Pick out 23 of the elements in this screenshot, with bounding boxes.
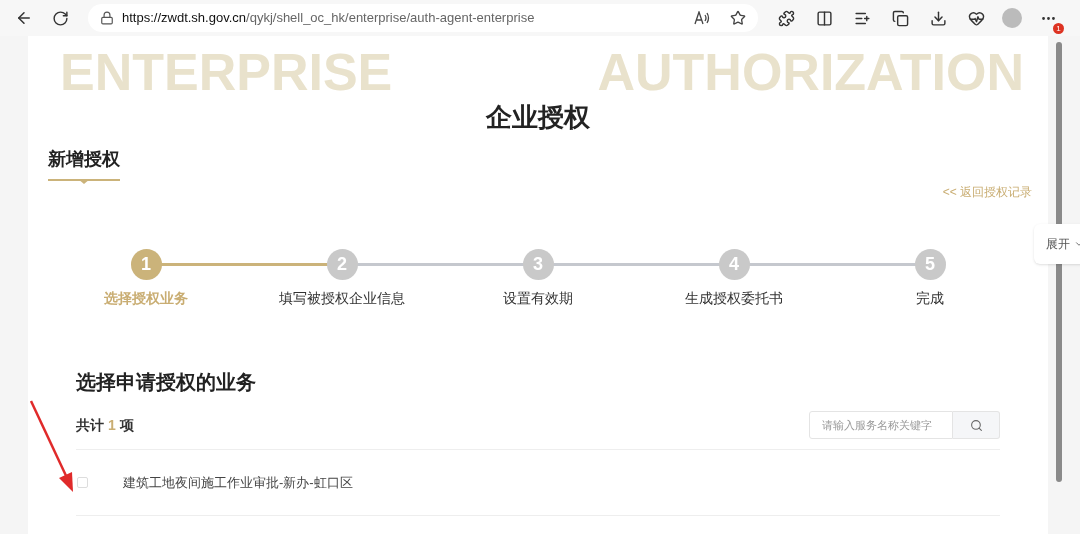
step-label: 完成 [916, 289, 944, 308]
lock-icon [100, 11, 114, 25]
expand-panel-button[interactable]: 展开 [1034, 224, 1080, 264]
step-number: 1 [130, 249, 162, 280]
section-title: 选择申请授权的业务 [76, 370, 257, 395]
step-label: 设置有效期 [503, 289, 573, 308]
url-text: https://zwdt.sh.gov.cn/qykj/shell_oc_hk/enterprise/auth-agent-enterprise [122, 9, 536, 28]
service-name: 建筑工地夜间施工作业审批-新办-虹口区 [123, 473, 353, 492]
search-icon [969, 418, 983, 432]
count-unit: 项 [119, 415, 134, 435]
search-field[interactable]: 请输入服务名称关键字 [809, 411, 953, 439]
count-label: 共计 [76, 415, 104, 435]
address-bar[interactable]: https://zwdt.sh.gov.cn/qykj/shell_oc_hk/enterprise/auth-agent-enterprise [88, 4, 758, 32]
row-checkbox[interactable] [77, 477, 88, 488]
favorite-icon [730, 10, 746, 26]
page-title: 企业授权 [486, 100, 590, 134]
read-aloud-icon[interactable] [694, 11, 710, 25]
notification-badge: 1 [1053, 23, 1064, 34]
step-label: 填写被授权企业信息 [279, 289, 405, 308]
step-label: 选择授权业务 [104, 289, 188, 308]
step-label: 生成授权委托书 [685, 289, 783, 308]
count-value: 1 [108, 415, 116, 435]
new-authorization-tab[interactable]: 新增授权 [48, 146, 120, 181]
